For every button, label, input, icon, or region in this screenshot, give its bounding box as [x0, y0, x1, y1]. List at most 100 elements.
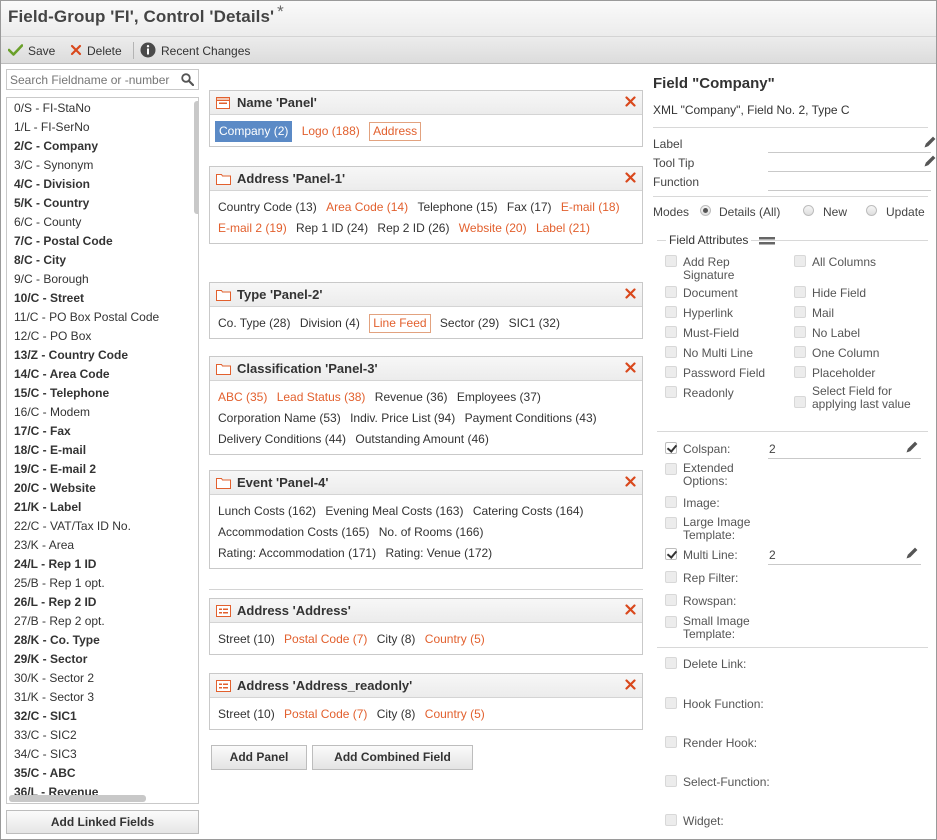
remove-panel-icon[interactable]	[625, 362, 636, 376]
horizontal-scrollbar[interactable]	[9, 795, 146, 802]
panel-field-chip[interactable]: Revenue (36)	[375, 387, 448, 408]
mode-radio[interactable]	[803, 205, 814, 216]
panel-field-chip[interactable]: Street (10)	[218, 629, 275, 650]
panel-field-chip[interactable]: Indiv. Price List (94)	[350, 408, 455, 429]
panel-field-chip[interactable]: City (8)	[377, 704, 416, 725]
function-field[interactable]	[768, 190, 931, 191]
search-icon[interactable]	[181, 73, 195, 89]
attribute-checkbox[interactable]	[665, 286, 677, 298]
delete-button[interactable]: Delete	[70, 42, 122, 60]
field-list-item[interactable]: 18/C - E-mail	[7, 441, 198, 460]
field-list-item[interactable]: 33/C - SIC2	[7, 726, 198, 745]
attribute-checkbox[interactable]	[794, 286, 806, 298]
remove-panel-icon[interactable]	[625, 476, 636, 490]
option-checkbox[interactable]	[665, 517, 677, 529]
field-list-item[interactable]: 2/C - Company	[7, 137, 198, 156]
remove-panel-icon[interactable]	[625, 679, 636, 693]
panel-field-chip[interactable]: Rep 1 ID (24)	[296, 218, 368, 239]
attribute-checkbox[interactable]	[794, 366, 806, 378]
option-checkbox[interactable]	[665, 496, 677, 508]
add-panel-button[interactable]: Add Panel	[211, 745, 307, 770]
panel-field-chip[interactable]: Street (10)	[218, 704, 275, 725]
option-edit-icon[interactable]	[904, 439, 920, 458]
recent-changes-button[interactable]: Recent Changes	[140, 42, 250, 60]
remove-panel-icon[interactable]	[625, 172, 636, 186]
panel-field-chip[interactable]: E-mail 2 (19)	[218, 218, 287, 239]
tooltip-field[interactable]	[768, 171, 931, 172]
panel-field-chip[interactable]: Logo (188)	[302, 121, 360, 142]
panel-field-chip[interactable]: Address	[369, 122, 422, 141]
field-list-item[interactable]: 34/C - SIC3	[7, 745, 198, 764]
panel-field-chip[interactable]: Rating: Accommodation (171)	[218, 543, 376, 564]
save-button[interactable]: Save	[7, 42, 55, 60]
panel-field-chip[interactable]: Postal Code (7)	[284, 629, 367, 650]
field-list-item[interactable]: 16/C - Modem	[7, 403, 198, 422]
option-checkbox[interactable]	[665, 463, 677, 475]
vertical-scrollbar[interactable]	[194, 101, 198, 214]
option-value-field[interactable]	[768, 564, 921, 565]
field-list-item[interactable]: 19/C - E-mail 2	[7, 460, 198, 479]
panel-field-chip[interactable]: Company (2)	[215, 121, 293, 142]
panel-field-chip[interactable]: Employees (37)	[457, 387, 541, 408]
field-list-item[interactable]: 7/C - Postal Code	[7, 232, 198, 251]
panel-field-chip[interactable]: Fax (17)	[507, 197, 552, 218]
mode-radio[interactable]	[866, 205, 877, 216]
panel-field-chip[interactable]: Country (5)	[425, 629, 485, 650]
panel-field-chip[interactable]: Co. Type (28)	[218, 313, 290, 334]
search-input[interactable]	[7, 70, 172, 89]
panel-header[interactable]: Classification 'Panel-3'	[210, 357, 642, 381]
panel-field-chip[interactable]: Delivery Conditions (44)	[218, 429, 346, 450]
panel-field-chip[interactable]: Line Feed	[369, 314, 431, 333]
attribute-checkbox[interactable]	[665, 386, 677, 398]
field-list-item[interactable]: 31/K - Sector 3	[7, 688, 198, 707]
option-checkbox[interactable]	[665, 616, 677, 628]
remove-panel-icon[interactable]	[625, 96, 636, 110]
field-list-item[interactable]: 25/B - Rep 1 opt.	[7, 574, 198, 593]
field-list-item[interactable]: 4/C - Division	[7, 175, 198, 194]
field-list-item[interactable]: 21/K - Label	[7, 498, 198, 517]
field-list-item[interactable]: 14/C - Area Code	[7, 365, 198, 384]
attribute-checkbox[interactable]	[665, 366, 677, 378]
panel-header[interactable]: Address 'Address_readonly'	[210, 674, 642, 698]
panel-field-chip[interactable]: Label (21)	[536, 218, 590, 239]
field-list-item[interactable]: 24/L - Rep 1 ID	[7, 555, 198, 574]
panel-header[interactable]: Type 'Panel-2'	[210, 283, 642, 307]
attribute-checkbox[interactable]	[794, 306, 806, 318]
panel-header[interactable]: Event 'Panel-4'	[210, 471, 642, 495]
panel-field-chip[interactable]: Corporation Name (53)	[218, 408, 341, 429]
panel-field-chip[interactable]: Lead Status (38)	[277, 387, 366, 408]
add-linked-fields-button[interactable]: Add Linked Fields	[6, 810, 199, 834]
panel-field-chip[interactable]: Rating: Venue (172)	[385, 543, 492, 564]
field-list-item[interactable]: 29/K - Sector	[7, 650, 198, 669]
field-list-item[interactable]: 12/C - PO Box	[7, 327, 198, 346]
field-list-item[interactable]: 3/C - Synonym	[7, 156, 198, 175]
field-list-item[interactable]: 11/C - PO Box Postal Code	[7, 308, 198, 327]
label-edit-icon[interactable]	[922, 134, 936, 153]
field-list-item[interactable]: 23/K - Area	[7, 536, 198, 555]
field-list-item[interactable]: 10/C - Street	[7, 289, 198, 308]
panel-field-chip[interactable]: Sector (29)	[440, 313, 499, 334]
panel-field-chip[interactable]: Country Code (13)	[218, 197, 317, 218]
field-list-item[interactable]: 26/L - Rep 2 ID	[7, 593, 198, 612]
field-list-item[interactable]: 15/C - Telephone	[7, 384, 198, 403]
option-checkbox[interactable]	[665, 775, 677, 787]
field-list-item[interactable]: 8/C - City	[7, 251, 198, 270]
option-edit-icon[interactable]	[904, 545, 920, 564]
option-checkbox[interactable]	[665, 697, 677, 709]
field-list-item[interactable]: 32/C - SIC1	[7, 707, 198, 726]
field-list-item[interactable]: 22/C - VAT/Tax ID No.	[7, 517, 198, 536]
mode-radio[interactable]	[700, 205, 711, 216]
label-field[interactable]	[768, 152, 931, 153]
field-list-item[interactable]: 6/C - County	[7, 213, 198, 232]
option-value[interactable]: 2	[769, 442, 776, 456]
field-list-item[interactable]: 35/C - ABC	[7, 764, 198, 783]
panel-field-chip[interactable]: Evening Meal Costs (163)	[325, 501, 463, 522]
panel-field-chip[interactable]: Accommodation Costs (165)	[218, 522, 369, 543]
tooltip-edit-icon[interactable]	[922, 153, 936, 172]
panel-field-chip[interactable]: Catering Costs (164)	[473, 501, 584, 522]
attribute-checkbox[interactable]	[794, 326, 806, 338]
collapse-icon[interactable]	[759, 235, 775, 249]
attribute-checkbox[interactable]	[665, 326, 677, 338]
attribute-checkbox[interactable]	[794, 346, 806, 358]
field-list-item[interactable]: 27/B - Rep 2 opt.	[7, 612, 198, 631]
